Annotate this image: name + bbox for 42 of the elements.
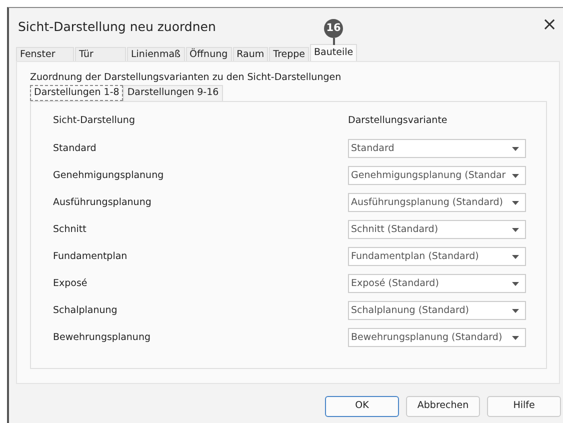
callout-badge: 16 bbox=[324, 19, 344, 38]
dialog-button[interactable]: Abbrechen bbox=[406, 396, 480, 417]
caret-icon bbox=[512, 309, 519, 314]
tab[interactable]: Treppe bbox=[269, 47, 310, 61]
tab[interactable]: Tür bbox=[75, 47, 126, 61]
tab[interactable]: Bauteile bbox=[310, 44, 358, 61]
row-label: Schalplanung bbox=[53, 304, 118, 318]
tab[interactable]: Öffnung bbox=[186, 47, 232, 61]
dropdown[interactable]: Ausführungsplanung (Standard) bbox=[348, 193, 526, 212]
dropdown[interactable]: Fundamentplan (Standard) bbox=[348, 247, 526, 266]
column-header: Darstellungsvariante bbox=[348, 114, 448, 128]
dropdown[interactable]: Standard bbox=[348, 139, 526, 158]
close-button[interactable]: × bbox=[542, 16, 558, 34]
row-label: Schnitt bbox=[53, 223, 88, 238]
dialog-button[interactable]: Hilfe bbox=[487, 396, 561, 417]
description-text: Zuordnung der Darstellungsvarianten zu den Sicht-Darstellungen bbox=[30, 71, 342, 85]
row-label: Bewehrungsplanung bbox=[53, 331, 152, 346]
window-title: Sicht-Darstellung neu zuordnen bbox=[18, 18, 216, 36]
dropdown[interactable]: Schalplanung (Standard) bbox=[348, 301, 526, 320]
row-label: Fundamentplan bbox=[53, 250, 128, 264]
row-label: Ausführungsplanung bbox=[53, 196, 152, 210]
row-label: Exposé bbox=[53, 277, 88, 292]
caret-icon bbox=[512, 255, 519, 260]
row-label: Standard bbox=[53, 142, 98, 156]
caret-icon bbox=[512, 228, 519, 232]
caret-icon bbox=[512, 336, 519, 340]
caret-icon bbox=[512, 201, 519, 206]
tab[interactable]: Raum bbox=[232, 47, 268, 61]
dropdown[interactable]: Schnitt (Standard) bbox=[348, 220, 526, 240]
tab[interactable]: Fenster bbox=[16, 47, 74, 61]
caret-icon bbox=[512, 147, 519, 152]
dropdown[interactable]: Exposé (Standard) bbox=[348, 274, 526, 294]
dropdown[interactable]: Genehmigungsplanung (Standar bbox=[348, 166, 526, 186]
column-header: Sicht-Darstellung bbox=[53, 114, 136, 128]
row-label: Genehmigungsplanung bbox=[53, 169, 165, 184]
tab[interactable]: Linienmaß bbox=[127, 47, 185, 61]
caret-icon bbox=[512, 282, 519, 286]
dropdown[interactable]: Bewehrungsplanung (Standard) bbox=[348, 328, 526, 348]
caret-icon bbox=[512, 174, 519, 178]
subtab[interactable]: Darstellungen 1-8 bbox=[30, 85, 124, 102]
dialog-button[interactable]: OK bbox=[325, 396, 399, 417]
subtab[interactable]: Darstellungen 9-16 bbox=[123, 85, 223, 102]
